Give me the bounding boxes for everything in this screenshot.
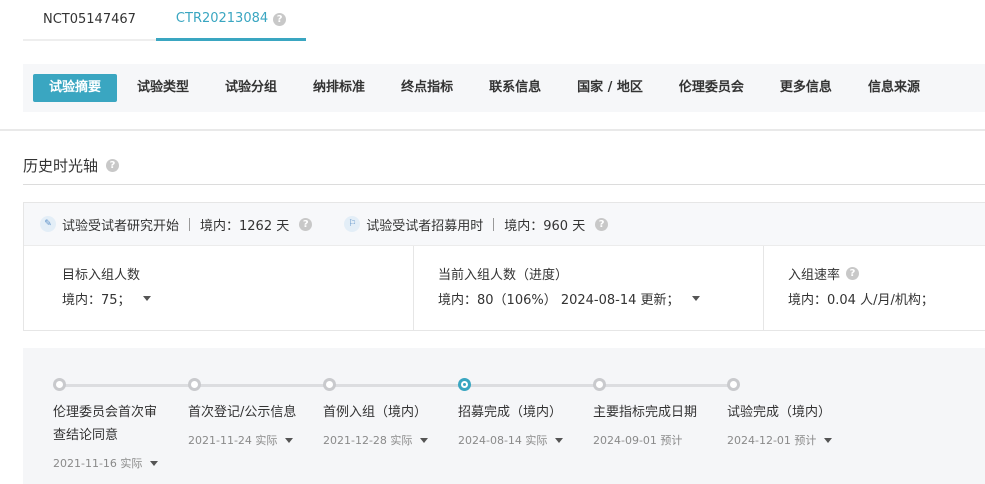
nav-divider <box>0 129 985 131</box>
target-enrollment-value: 境内：75； <box>62 293 131 308</box>
event-date: 2024-08-14 实际 <box>458 434 548 447</box>
help-icon[interactable]: ? <box>846 266 860 280</box>
timeline-node-current <box>458 378 471 391</box>
nav-trial-summary[interactable]: 试验摘要 <box>33 74 118 102</box>
history-timeline: 伦理委员会首次审查结论同意 2021-11-16 实际 首次登记/公示信息 20… <box>23 348 985 484</box>
nav-eligibility[interactable]: 纳排标准 <box>297 74 381 102</box>
current-enrollment: 当前入组人数（进度） 境内：80（106%） 2024-08-14 更新； <box>413 246 763 330</box>
event-label: 首例入组（境内） <box>323 405 428 420</box>
timeline-node <box>593 378 606 391</box>
help-icon[interactable]: ? <box>106 159 120 172</box>
timeline-node <box>727 378 740 391</box>
event-date: 2021-11-24 实际 <box>188 434 278 447</box>
section-title: 历史时光轴 <box>23 157 99 175</box>
tab-nct-id[interactable]: NCT05147467 <box>23 0 156 41</box>
timeline-event: 首次登记/公示信息 2021-11-24 实际 <box>188 401 300 448</box>
timeline-event: 试验完成（境内） 2024-12-01 预计 <box>727 401 839 448</box>
caret-down-icon[interactable] <box>420 437 429 443</box>
section-nav: 试验摘要 试验类型 试验分组 纳排标准 终点指标 联系信息 国家 / 地区 伦理… <box>23 64 985 112</box>
nav-ethics-committee[interactable]: 伦理委员会 <box>663 74 760 102</box>
flag-icon: ⚐ <box>344 216 361 232</box>
caret-down-icon[interactable] <box>824 437 833 443</box>
timeline-track <box>59 384 733 387</box>
nav-country-region[interactable]: 国家 / 地区 <box>561 74 659 102</box>
help-icon[interactable]: ? <box>273 12 287 26</box>
duration-summary: ✎ 试验受试者研究开始 境内：1262 天 ? ⚐ 试验受试者招募用时 境内：9… <box>24 203 985 246</box>
current-enrollment-value: 境内：80（106%） 2024-08-14 更新； <box>438 293 680 308</box>
timeline-node <box>323 378 336 391</box>
recruit-duration-label: 试验受试者招募用时 <box>366 218 484 234</box>
section-header: 历史时光轴 ? <box>23 155 120 176</box>
event-label: 主要指标完成日期 <box>593 405 698 420</box>
event-date: 2021-12-28 实际 <box>323 434 413 447</box>
caret-down-icon[interactable] <box>285 437 294 443</box>
nav-contacts[interactable]: 联系信息 <box>473 74 557 102</box>
enrollment-columns: 目标入组人数 境内：75； 当前入组人数（进度） 境内：80（106%） 202… <box>24 246 985 330</box>
timeline-event: 首例入组（境内） 2021-12-28 实际 <box>323 401 435 448</box>
tab-label: CTR20213084 <box>175 11 269 26</box>
nav-info-source[interactable]: 信息来源 <box>852 74 936 102</box>
section-divider <box>23 184 985 185</box>
event-date: 2024-09-01 预计 <box>593 434 683 447</box>
timeline-event: 伦理委员会首次审查结论同意 2021-11-16 实际 <box>53 401 165 471</box>
enrollment-rate-value: 境内：0.04 人/月/机构； <box>788 293 934 308</box>
event-label: 试验完成（境内） <box>727 405 832 420</box>
current-enrollment-title: 当前入组人数（进度） <box>438 267 569 283</box>
nav-more-info[interactable]: 更多信息 <box>764 74 848 102</box>
tab-label: NCT05147467 <box>43 12 136 27</box>
timeline-node <box>188 378 201 391</box>
recruit-duration-value: 境内：960 天 <box>504 218 586 234</box>
nav-trial-arms[interactable]: 试验分组 <box>209 74 293 102</box>
enrollment-rate-title: 入组速率 <box>788 267 841 283</box>
nav-trial-type[interactable]: 试验类型 <box>121 74 205 102</box>
study-start-value: 境内：1262 天 <box>200 218 290 234</box>
divider <box>189 217 191 231</box>
timeline-event: 主要指标完成日期 2024-09-01 预计 <box>593 401 705 448</box>
enrollment-stats-panel: ✎ 试验受试者研究开始 境内：1262 天 ? ⚐ 试验受试者招募用时 境内：9… <box>23 202 985 331</box>
help-icon[interactable]: ? <box>595 217 609 231</box>
event-label: 伦理委员会首次审查结论同意 <box>53 405 158 443</box>
target-enrollment: 目标入组人数 境内：75； <box>24 246 413 330</box>
event-label: 首次登记/公示信息 <box>188 405 297 420</box>
timeline-event: 招募完成（境内） 2024-08-14 实际 <box>458 401 570 448</box>
caret-down-icon[interactable] <box>142 296 151 301</box>
registry-id-tabs: NCT05147467 CTR20213084 ? <box>23 0 307 41</box>
pen-icon: ✎ <box>40 216 56 232</box>
help-icon[interactable]: ? <box>299 217 313 231</box>
event-label: 招募完成（境内） <box>458 405 563 420</box>
event-date: 2024-12-01 预计 <box>727 434 817 447</box>
event-date: 2021-11-16 实际 <box>53 457 143 470</box>
nav-endpoints[interactable]: 终点指标 <box>385 74 469 102</box>
study-start-label: 试验受试者研究开始 <box>62 218 180 234</box>
divider <box>493 217 495 231</box>
enrollment-rate: 入组速率 ? 境内：0.04 人/月/机构； <box>763 246 985 330</box>
tab-ctr-id[interactable]: CTR20213084 ? <box>155 0 307 41</box>
target-enrollment-title: 目标入组人数 <box>62 267 141 283</box>
caret-down-icon[interactable] <box>150 460 159 466</box>
timeline-node <box>53 378 66 391</box>
caret-down-icon[interactable] <box>691 296 700 301</box>
caret-down-icon[interactable] <box>555 437 564 443</box>
